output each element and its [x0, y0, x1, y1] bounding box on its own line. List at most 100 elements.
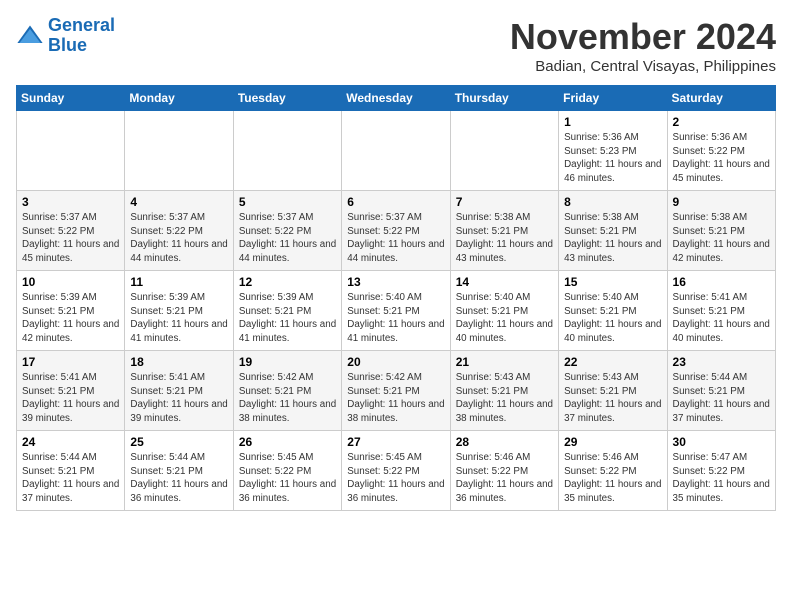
calendar-cell: 5 Sunrise: 5:37 AM Sunset: 5:22 PM Daylig… — [233, 191, 341, 271]
calendar-cell: 25 Sunrise: 5:44 AM Sunset: 5:21 PM Dayli… — [125, 431, 233, 511]
day-number: 23 — [673, 355, 770, 369]
calendar-cell: 14 Sunrise: 5:40 AM Sunset: 5:21 PM Dayli… — [450, 271, 558, 351]
calendar-cell: 15Sunrise: 5:40 AM Sunset: 5:21 PM Dayli… — [559, 271, 667, 351]
day-info: Sunrise: 5:41 AM Sunset: 5:21 PM Dayligh… — [673, 291, 770, 346]
day-info: Sunrise: 5:37 AM Sunset: 5:22 PM Dayligh… — [130, 211, 227, 266]
calendar-cell — [125, 111, 233, 191]
day-info: Sunrise: 5:38 AM Sunset: 5:21 PM Dayligh… — [456, 211, 553, 266]
title-block: November 2024 Badian, Central Visayas, P… — [510, 16, 776, 75]
day-number: 24 — [22, 435, 119, 449]
day-number: 5 — [239, 195, 336, 209]
day-info: Sunrise: 5:36 AM Sunset: 5:22 PM Dayligh… — [673, 131, 770, 186]
calendar-cell — [233, 111, 341, 191]
day-number: 25 — [130, 435, 227, 449]
day-info: Sunrise: 5:37 AM Sunset: 5:22 PM Dayligh… — [347, 211, 444, 266]
calendar-cell: 3Sunrise: 5:37 AM Sunset: 5:22 PM Daylig… — [17, 191, 125, 271]
day-info: Sunrise: 5:40 AM Sunset: 5:21 PM Dayligh… — [456, 291, 553, 346]
day-number: 7 — [456, 195, 553, 209]
day-number: 13 — [347, 275, 444, 289]
day-number: 16 — [673, 275, 770, 289]
day-number: 18 — [130, 355, 227, 369]
day-number: 20 — [347, 355, 444, 369]
day-info: Sunrise: 5:37 AM Sunset: 5:22 PM Dayligh… — [239, 211, 336, 266]
day-number: 19 — [239, 355, 336, 369]
day-number: 26 — [239, 435, 336, 449]
day-info: Sunrise: 5:36 AM Sunset: 5:23 PM Dayligh… — [564, 131, 661, 186]
calendar-cell: 21 Sunrise: 5:43 AM Sunset: 5:21 PM Dayli… — [450, 351, 558, 431]
calendar-cell: 24 Sunrise: 5:44 AM Sunset: 5:21 PM Dayli… — [17, 431, 125, 511]
day-number: 1 — [564, 115, 661, 129]
calendar-cell — [450, 111, 558, 191]
calendar-cell: 20 Sunrise: 5:42 AM Sunset: 5:21 PM Dayli… — [342, 351, 450, 431]
day-number: 11 — [130, 275, 227, 289]
day-number: 3 — [22, 195, 119, 209]
day-info: Sunrise: 5:39 AM Sunset: 5:21 PM Dayligh… — [130, 291, 227, 346]
day-info: Sunrise: 5:44 AM Sunset: 5:21 PM Dayligh… — [130, 451, 227, 506]
day-number: 28 — [456, 435, 553, 449]
week-row-4: 17 Sunrise: 5:41 AM Sunset: 5:21 PM Dayli… — [17, 351, 776, 431]
calendar-cell: 19 Sunrise: 5:42 AM Sunset: 5:21 PM Dayli… — [233, 351, 341, 431]
calendar-cell: 23 Sunrise: 5:44 AM Sunset: 5:21 PM Dayli… — [667, 351, 775, 431]
day-info: Sunrise: 5:43 AM Sunset: 5:21 PM Dayligh… — [456, 371, 553, 426]
day-number: 29 — [564, 435, 661, 449]
day-number: 8 — [564, 195, 661, 209]
weekday-header-thursday: Thursday — [450, 86, 558, 111]
weekday-header-monday: Monday — [125, 86, 233, 111]
day-info: Sunrise: 5:42 AM Sunset: 5:21 PM Dayligh… — [239, 371, 336, 426]
day-number: 30 — [673, 435, 770, 449]
location-title: Badian, Central Visayas, Philippines — [510, 58, 776, 75]
day-number: 2 — [673, 115, 770, 129]
calendar-cell: 7 Sunrise: 5:38 AM Sunset: 5:21 PM Daylig… — [450, 191, 558, 271]
day-info: Sunrise: 5:46 AM Sunset: 5:22 PM Dayligh… — [564, 451, 661, 506]
calendar-cell: 10 Sunrise: 5:39 AM Sunset: 5:21 PM Dayli… — [17, 271, 125, 351]
day-info: Sunrise: 5:45 AM Sunset: 5:22 PM Dayligh… — [347, 451, 444, 506]
calendar-cell: 4 Sunrise: 5:37 AM Sunset: 5:22 PM Daylig… — [125, 191, 233, 271]
day-number: 6 — [347, 195, 444, 209]
day-info: Sunrise: 5:41 AM Sunset: 5:21 PM Dayligh… — [22, 371, 119, 426]
day-info: Sunrise: 5:44 AM Sunset: 5:21 PM Dayligh… — [22, 451, 119, 506]
day-number: 4 — [130, 195, 227, 209]
calendar-cell: 22 Sunrise: 5:43 AM Sunset: 5:21 PM Dayli… — [559, 351, 667, 431]
day-info: Sunrise: 5:46 AM Sunset: 5:22 PM Dayligh… — [456, 451, 553, 506]
day-info: Sunrise: 5:41 AM Sunset: 5:21 PM Dayligh… — [130, 371, 227, 426]
calendar-cell — [17, 111, 125, 191]
day-number: 22 — [564, 355, 661, 369]
logo-text: General Blue — [48, 16, 115, 56]
calendar-cell: 13Sunrise: 5:40 AM Sunset: 5:21 PM Dayli… — [342, 271, 450, 351]
day-info: Sunrise: 5:47 AM Sunset: 5:22 PM Dayligh… — [673, 451, 770, 506]
calendar-cell: 2 Sunrise: 5:36 AM Sunset: 5:22 PM Daylig… — [667, 111, 775, 191]
day-info: Sunrise: 5:39 AM Sunset: 5:21 PM Dayligh… — [239, 291, 336, 346]
day-number: 9 — [673, 195, 770, 209]
day-info: Sunrise: 5:42 AM Sunset: 5:21 PM Dayligh… — [347, 371, 444, 426]
day-info: Sunrise: 5:43 AM Sunset: 5:21 PM Dayligh… — [564, 371, 661, 426]
weekday-header-sunday: Sunday — [17, 86, 125, 111]
week-row-1: 1 Sunrise: 5:36 AM Sunset: 5:23 PM Daylig… — [17, 111, 776, 191]
calendar-cell: 17 Sunrise: 5:41 AM Sunset: 5:21 PM Dayli… — [17, 351, 125, 431]
calendar-cell: 11 Sunrise: 5:39 AM Sunset: 5:21 PM Dayli… — [125, 271, 233, 351]
calendar-cell: 30 Sunrise: 5:47 AM Sunset: 5:22 PM Dayli… — [667, 431, 775, 511]
day-number: 17 — [22, 355, 119, 369]
day-number: 27 — [347, 435, 444, 449]
calendar-cell: 1 Sunrise: 5:36 AM Sunset: 5:23 PM Daylig… — [559, 111, 667, 191]
day-number: 21 — [456, 355, 553, 369]
day-info: Sunrise: 5:38 AM Sunset: 5:21 PM Dayligh… — [673, 211, 770, 266]
day-info: Sunrise: 5:39 AM Sunset: 5:21 PM Dayligh… — [22, 291, 119, 346]
day-number: 10 — [22, 275, 119, 289]
calendar-cell: 9 Sunrise: 5:38 AM Sunset: 5:21 PM Daylig… — [667, 191, 775, 271]
day-number: 14 — [456, 275, 553, 289]
logo: General Blue — [16, 16, 115, 56]
day-info: Sunrise: 5:44 AM Sunset: 5:21 PM Dayligh… — [673, 371, 770, 426]
calendar-cell: 29 Sunrise: 5:46 AM Sunset: 5:22 PM Dayli… — [559, 431, 667, 511]
calendar-table: SundayMondayTuesdayWednesdayThursdayFrid… — [16, 85, 776, 511]
weekday-header-wednesday: Wednesday — [342, 86, 450, 111]
weekday-header-friday: Friday — [559, 86, 667, 111]
calendar-cell: 16 Sunrise: 5:41 AM Sunset: 5:21 PM Dayli… — [667, 271, 775, 351]
day-info: Sunrise: 5:45 AM Sunset: 5:22 PM Dayligh… — [239, 451, 336, 506]
logo-line2: Blue — [48, 35, 87, 55]
page-header: General Blue November 2024 Badian, Centr… — [16, 16, 776, 75]
day-number: 12 — [239, 275, 336, 289]
calendar-cell: 12 Sunrise: 5:39 AM Sunset: 5:21 PM Dayli… — [233, 271, 341, 351]
logo-icon — [16, 22, 44, 50]
week-row-2: 3 Sunrise: 5:37 AM Sunset: 5:22 PM Daylig… — [17, 191, 776, 271]
calendar-cell: 26 Sunrise: 5:45 AM Sunset: 5:22 PM Dayli… — [233, 431, 341, 511]
